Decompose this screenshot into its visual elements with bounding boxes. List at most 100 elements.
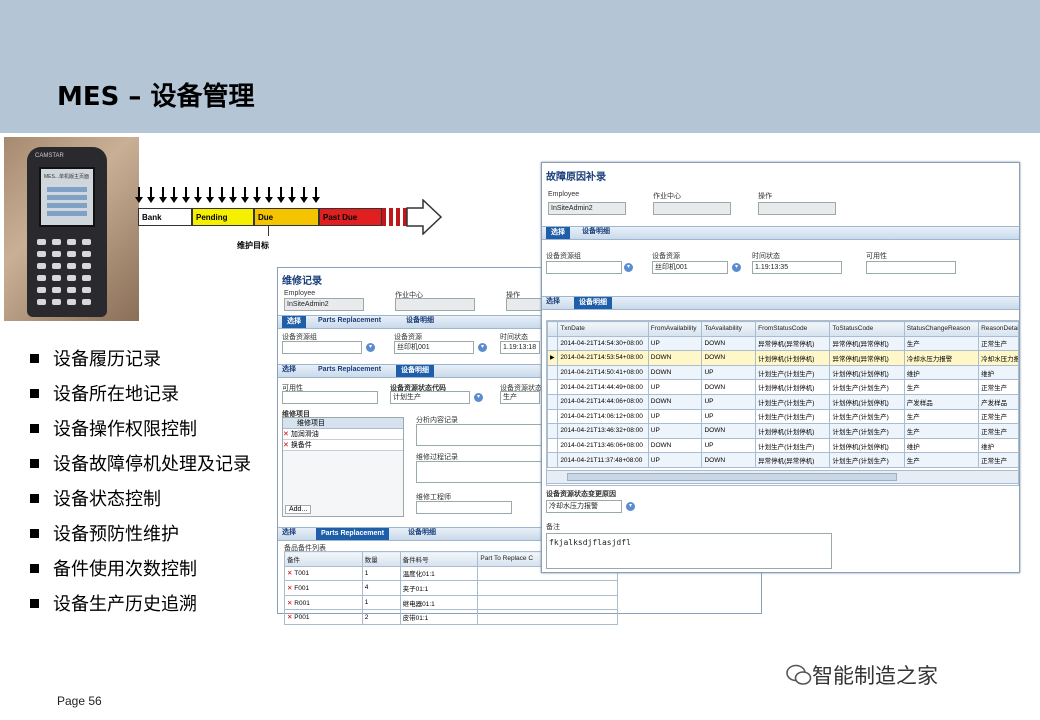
scrollbar-thumb[interactable] — [567, 473, 897, 481]
history-cell[interactable]: 正常生产 — [978, 423, 1018, 439]
parts-cell-replace[interactable] — [477, 609, 618, 625]
employee-field[interactable]: InSiteAdmin2 — [284, 298, 364, 311]
repair-item-row[interactable]: ✕ 换备件 — [283, 440, 403, 451]
history-row[interactable]: 2014-04-21T13:46:32+08:00 UP DOWN 计划停机(计划停机… — [547, 423, 1018, 439]
chevron-down-icon[interactable]: ▾ — [624, 263, 633, 272]
status-reason-field[interactable]: 生产 — [500, 391, 540, 404]
history-cell[interactable]: 计划停机(计划停机) — [755, 379, 831, 395]
history-column-header[interactable]: TxnDate — [557, 321, 649, 337]
tab-detail[interactable]: 设备明细 — [574, 297, 612, 309]
tab-detail[interactable]: 设备明细 — [582, 225, 610, 239]
history-cell[interactable]: 2014-04-21T14:53:54+08:00 — [557, 350, 649, 366]
workcenter-field[interactable] — [653, 202, 731, 215]
availability-select[interactable] — [282, 391, 378, 404]
chevron-down-icon[interactable]: ▾ — [732, 263, 741, 272]
history-cell[interactable]: 计划停机(计划停机) — [755, 350, 831, 366]
history-cell[interactable]: 计划生产(计划生产) — [755, 408, 831, 425]
tab-parts-replacement[interactable]: Parts Replacement — [316, 528, 390, 540]
chevron-down-icon[interactable]: ▾ — [478, 343, 487, 352]
operation-field[interactable] — [758, 202, 836, 215]
history-row[interactable]: 2014-04-21T11:37:48+08:00 UP DOWN 异常停机(异常停机… — [547, 452, 1018, 468]
history-column-header[interactable]: StatusChangeReason — [903, 321, 980, 337]
history-cell[interactable]: 计划生产(计划生产) — [829, 408, 905, 425]
history-cell[interactable]: 产发样品 — [978, 393, 1018, 410]
operation-field[interactable] — [506, 298, 546, 311]
engineer-field[interactable] — [416, 501, 512, 514]
history-cell[interactable]: 2014-04-21T14:44:49+08:00 — [557, 379, 649, 395]
parts-cell-pn[interactable]: 温度化01:1 — [399, 565, 479, 582]
status-code-field[interactable]: 计划生产 — [390, 391, 470, 404]
parts-cell-replace[interactable] — [477, 594, 618, 611]
history-row[interactable]: 2014-04-21T14:06:12+08:00 UP UP 计划生产(计划生产) 计… — [547, 408, 1018, 425]
history-cell[interactable]: 冷却水压力报警 — [903, 350, 980, 366]
history-cell[interactable]: UP — [701, 393, 757, 410]
row-marker[interactable] — [547, 335, 559, 352]
time-status-field[interactable]: 1.19:13:18 — [500, 341, 540, 354]
row-marker[interactable] — [547, 437, 559, 454]
tab-select[interactable]: 选择 — [546, 295, 560, 309]
history-cell[interactable]: 计划停机(计划停机) — [755, 423, 831, 439]
history-cell[interactable]: 正常生产 — [978, 408, 1018, 425]
parts-cell-part[interactable]: ✕ R001 — [284, 594, 363, 611]
history-cell[interactable]: DOWN — [701, 452, 757, 468]
history-cell[interactable]: 2014-04-21T14:54:30+08:00 — [557, 335, 649, 352]
remark-textarea[interactable]: fkjalksdjflasjdfl — [546, 533, 832, 569]
row-marker[interactable] — [547, 379, 559, 395]
history-cell[interactable]: 维护 — [978, 437, 1018, 454]
history-cell[interactable]: 生产 — [903, 379, 980, 395]
process-textarea[interactable] — [416, 461, 556, 483]
history-cell[interactable]: DOWN — [701, 350, 757, 366]
history-cell[interactable]: 生产 — [903, 452, 980, 468]
chevron-down-icon[interactable]: ▾ — [626, 502, 635, 511]
tab-parts-replacement[interactable]: Parts Replacement — [318, 314, 381, 328]
row-marker[interactable]: ▶ — [547, 350, 559, 366]
row-marker[interactable] — [547, 393, 559, 410]
history-cell[interactable]: 2014-04-21T11:37:48+08:00 — [557, 452, 649, 468]
history-cell[interactable]: UP — [701, 437, 757, 454]
tab-detail[interactable]: 设备明细 — [408, 526, 436, 540]
history-column-header[interactable]: FromStatusCode — [755, 321, 831, 337]
history-cell[interactable]: DOWN — [647, 350, 703, 366]
delete-icon[interactable]: ✕ — [283, 431, 291, 438]
history-cell[interactable]: 2014-04-21T14:50:41+08:00 — [557, 364, 649, 381]
history-cell[interactable]: UP — [647, 379, 703, 395]
history-cell[interactable]: 正常生产 — [978, 452, 1018, 468]
row-marker[interactable] — [547, 364, 559, 381]
chevron-down-icon[interactable]: ▾ — [474, 393, 483, 402]
parts-cell-qty[interactable]: 4 — [361, 580, 401, 596]
parts-cell-part[interactable]: ✕ T001 — [284, 565, 363, 582]
history-cell[interactable]: UP — [647, 452, 703, 468]
history-cell[interactable]: UP — [701, 364, 757, 381]
row-marker[interactable] — [547, 452, 559, 468]
chevron-down-icon[interactable]: ▾ — [366, 343, 375, 352]
history-cell[interactable]: 异常停机(异常停机) — [755, 335, 831, 352]
history-cell[interactable]: 生产 — [903, 408, 980, 425]
history-cell[interactable]: 正常生产 — [978, 335, 1018, 352]
history-cell[interactable]: 2014-04-21T14:44:06+08:00 — [557, 393, 649, 410]
history-cell[interactable]: 异常停机(异常停机) — [829, 350, 905, 366]
history-row[interactable]: 2014-04-21T14:50:41+08:00 DOWN UP 计划生产(计划生产… — [547, 364, 1018, 381]
parts-cell-pn[interactable]: 皮带01:1 — [399, 609, 479, 625]
repair-item-row[interactable]: ✕ 加润滑油 — [283, 429, 403, 440]
history-cell[interactable]: 计划生产(计划生产) — [755, 437, 831, 454]
parts-row[interactable]: ✕ R001 1 继电器01:1 — [284, 594, 618, 611]
resource-group-field[interactable] — [282, 341, 362, 354]
history-cell[interactable]: 计划生产(计划生产) — [755, 393, 831, 410]
history-cell[interactable]: UP — [647, 408, 703, 425]
parts-column-header[interactable]: 数量 — [361, 551, 401, 567]
tab-parts-replacement[interactable]: Parts Replacement — [318, 363, 381, 377]
history-cell[interactable]: 维护 — [903, 364, 980, 381]
analysis-textarea[interactable] — [416, 424, 556, 446]
parts-cell-qty[interactable]: 1 — [361, 565, 401, 582]
history-cell[interactable]: DOWN — [701, 423, 757, 439]
workcenter-field[interactable] — [395, 298, 475, 311]
parts-column-header[interactable]: 备件 — [284, 551, 363, 567]
history-column-header[interactable]: ToAvailability — [701, 321, 757, 337]
history-cell[interactable]: DOWN — [647, 364, 703, 381]
tab-select[interactable]: 选择 — [282, 526, 296, 540]
history-cell[interactable]: 计划生产(计划生产) — [829, 379, 905, 395]
parts-cell-qty[interactable]: 1 — [361, 594, 401, 611]
history-cell[interactable]: 计划停机(计划停机) — [829, 364, 905, 381]
parts-column-header[interactable]: 备件料号 — [399, 551, 479, 567]
history-row[interactable]: 2014-04-21T14:44:06+08:00 DOWN UP 计划生产(计划生产… — [547, 393, 1018, 410]
